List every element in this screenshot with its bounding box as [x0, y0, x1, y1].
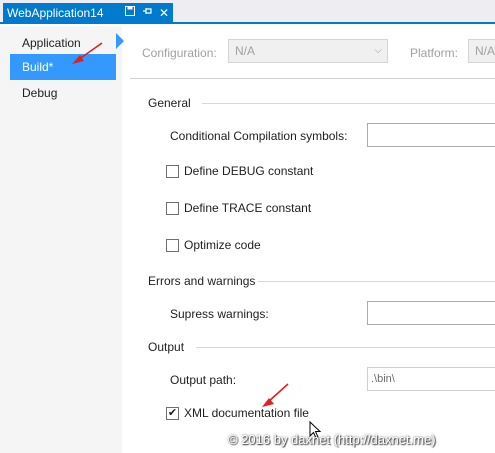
annotation-arrows — [72, 42, 289, 407]
annotation-arrow-build — [72, 42, 103, 64]
annotation-arrow-xml — [262, 383, 289, 407]
copyright-watermark: © 2016 by daxnet (http://daxnet.me) — [228, 432, 436, 447]
